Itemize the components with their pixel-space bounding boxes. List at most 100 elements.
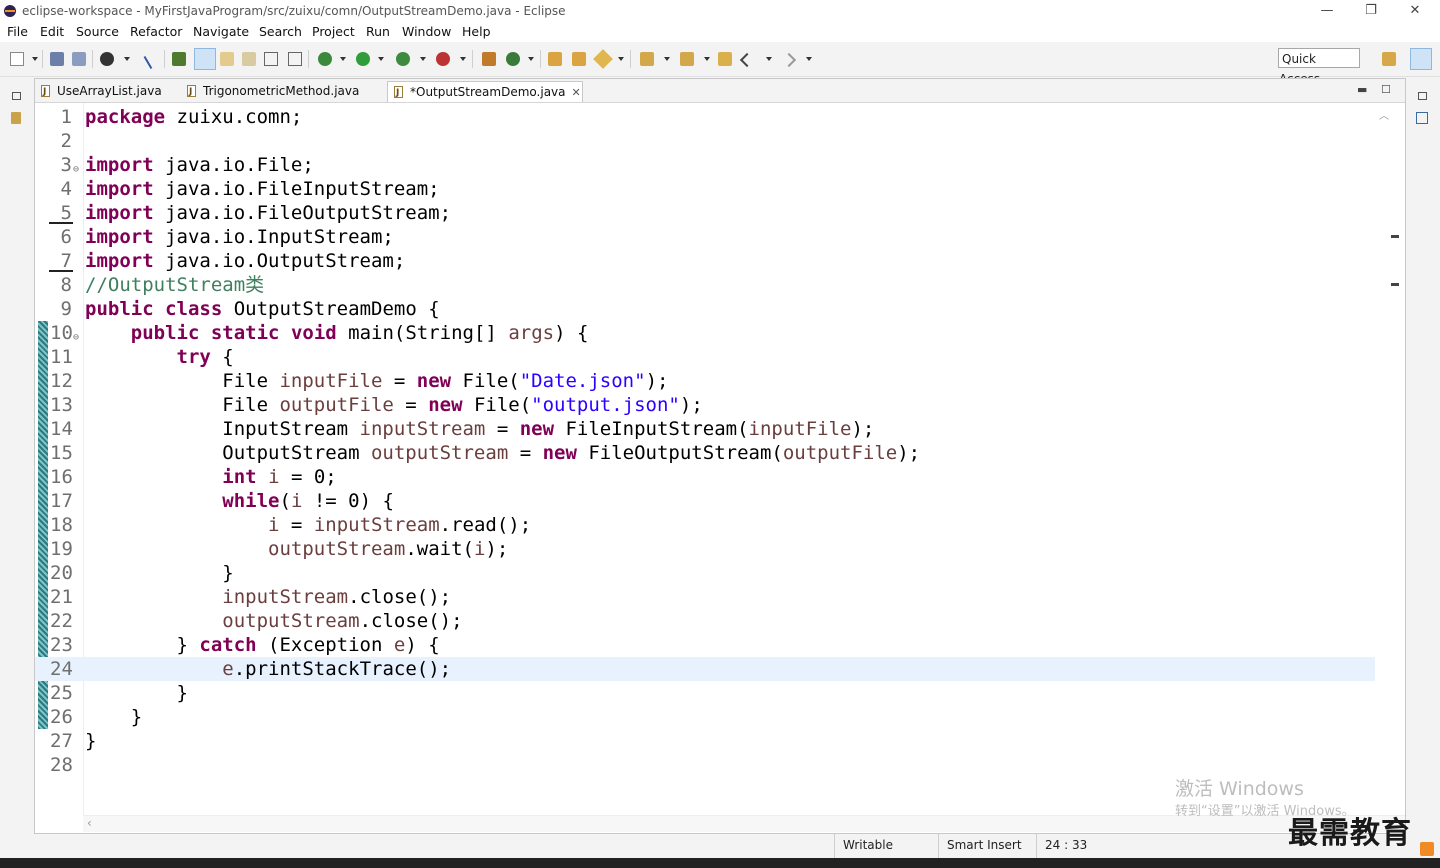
code-text[interactable]: outputStream.wait(i); — [85, 537, 508, 561]
code-text[interactable]: import java.io.FileInputStream; — [85, 177, 440, 201]
code-line[interactable]: 25 } — [35, 681, 1375, 705]
profile-icon[interactable] — [100, 52, 114, 66]
mark-occurrences-toggle-icon[interactable] — [194, 48, 216, 70]
back-dropdown-icon[interactable] — [766, 57, 772, 61]
code-line[interactable]: 6 import java.io.InputStream; — [35, 225, 1375, 249]
scroll-up-icon[interactable]: ︿ — [1379, 107, 1389, 122]
next-edit-icon[interactable] — [640, 52, 654, 66]
open-type-icon[interactable] — [172, 52, 186, 66]
previous-annotation-icon[interactable] — [242, 52, 256, 66]
code-text[interactable]: import java.io.FileOutputStream; — [85, 201, 451, 225]
menu-window[interactable]: Window — [402, 24, 451, 39]
minimize-editor-button[interactable]: ▬ — [1357, 83, 1367, 96]
external-tools-dropdown-icon[interactable] — [460, 57, 466, 61]
code-text[interactable]: import java.io.InputStream; — [85, 225, 394, 249]
forward-icon[interactable] — [781, 52, 797, 68]
code-line[interactable]: 18 i = inputStream.read(); — [35, 513, 1375, 537]
code-text[interactable]: package zuixu.comn; — [85, 105, 302, 129]
code-line[interactable]: 27} — [35, 729, 1375, 753]
tab-uselist[interactable]: UseArrayList.java — [35, 81, 181, 103]
code-line[interactable]: 13 File outputFile = new File("output.js… — [35, 393, 1375, 417]
code-line[interactable]: 11 try { — [35, 345, 1375, 369]
new-class-dropdown-icon[interactable] — [528, 57, 534, 61]
external-tools-icon[interactable] — [436, 52, 450, 66]
previous-edit-icon[interactable] — [680, 52, 694, 66]
code-line[interactable]: 19 outputStream.wait(i); — [35, 537, 1375, 561]
open-task-icon[interactable] — [548, 52, 562, 66]
code-text[interactable]: OutputStream outputStream = new FileOutp… — [85, 441, 920, 465]
code-line[interactable]: 14 InputStream inputStream = new FileInp… — [35, 417, 1375, 441]
close-window-button[interactable]: ✕ — [1400, 2, 1430, 20]
new-dropdown-icon[interactable] — [32, 57, 38, 61]
menu-refactor[interactable]: Refactor — [130, 24, 182, 39]
restore-view-icon[interactable] — [12, 92, 21, 100]
run-dropdown-icon[interactable] — [378, 57, 384, 61]
code-line[interactable]: 12 File inputFile = new File("Date.json"… — [35, 369, 1375, 393]
menu-file[interactable]: File — [7, 24, 28, 39]
code-line[interactable]: 3 ⊖ import java.io.File; — [35, 153, 1375, 177]
insert-mode-status[interactable]: Smart Insert — [938, 834, 1036, 858]
code-text[interactable]: } — [85, 681, 188, 705]
outline-view-icon[interactable] — [1416, 112, 1428, 124]
code-text[interactable]: int i = 0; — [85, 465, 336, 489]
tab-outputstreamdemo[interactable]: *OutputStreamDemo.java ✕ — [387, 81, 583, 104]
code-line[interactable]: 2 — [35, 129, 1375, 153]
code-text[interactable]: File outputFile = new File("output.json"… — [85, 393, 703, 417]
code-line[interactable]: 23 } catch (Exception e) { — [35, 633, 1375, 657]
last-edit-location-icon[interactable] — [718, 52, 732, 66]
search-icon[interactable] — [593, 49, 613, 69]
code-text[interactable]: i = inputStream.read(); — [85, 513, 531, 537]
debug-dropdown-icon[interactable] — [340, 57, 346, 61]
code-text[interactable]: import java.io.File; — [85, 153, 314, 177]
code-text[interactable]: public static void main(String[] args) { — [85, 321, 589, 345]
next-edit-dropdown-icon[interactable] — [664, 57, 670, 61]
back-icon[interactable] — [739, 52, 755, 68]
menu-project[interactable]: Project — [312, 24, 355, 39]
code-text[interactable]: InputStream inputStream = new FileInputS… — [85, 417, 874, 441]
new-java-class-icon[interactable] — [506, 52, 520, 66]
code-line[interactable]: 4 import java.io.FileInputStream; — [35, 177, 1375, 201]
code-line[interactable]: 26 } — [35, 705, 1375, 729]
tab-trigonometric[interactable]: TrigonometricMethod.java — [181, 81, 387, 103]
package-explorer-icon[interactable] — [11, 112, 21, 124]
code-line[interactable]: 16 int i = 0; — [35, 465, 1375, 489]
open-folder-icon[interactable] — [572, 52, 586, 66]
show-whitespace-icon[interactable] — [288, 52, 302, 66]
code-text[interactable]: inputStream.close(); — [85, 585, 451, 609]
profile-dropdown-icon[interactable] — [124, 57, 130, 61]
save-icon[interactable] — [50, 52, 64, 66]
scroll-left-icon[interactable]: ‹ — [87, 816, 92, 830]
code-text[interactable]: //OutputStream类 — [85, 273, 264, 297]
new-icon[interactable] — [10, 52, 24, 66]
code-line[interactable]: 20 } — [35, 561, 1375, 585]
code-line[interactable]: 28 — [35, 753, 1375, 777]
run-icon[interactable] — [356, 52, 370, 66]
close-tab-icon[interactable]: ✕ — [572, 86, 581, 99]
restore-button[interactable]: ❐ — [1356, 2, 1386, 20]
forward-dropdown-icon[interactable] — [806, 57, 812, 61]
debug-icon[interactable] — [318, 52, 332, 66]
code-text[interactable]: } catch (Exception e) { — [85, 633, 440, 657]
code-line[interactable]: 15 OutputStream outputStream = new FileO… — [35, 441, 1375, 465]
java-perspective-icon[interactable] — [1410, 48, 1432, 70]
code-text[interactable]: try { — [85, 345, 234, 369]
block-selection-icon[interactable] — [264, 52, 278, 66]
code-text[interactable]: public class OutputStreamDemo { — [85, 297, 440, 321]
open-perspective-icon[interactable] — [1382, 52, 1396, 66]
menu-edit[interactable]: Edit — [40, 24, 64, 39]
overview-ruler-marker[interactable] — [1391, 235, 1399, 238]
quick-access-input[interactable]: Quick Access — [1278, 48, 1360, 86]
vertical-scrollbar[interactable] — [1374, 103, 1404, 815]
code-text[interactable]: outputStream.close(); — [85, 609, 462, 633]
menu-navigate[interactable]: Navigate — [193, 24, 249, 39]
minimize-button[interactable]: — — [1312, 2, 1342, 20]
search-dropdown-icon[interactable] — [618, 57, 624, 61]
code-text[interactable]: } — [85, 561, 233, 585]
code-line[interactable]: 21 inputStream.close(); — [35, 585, 1375, 609]
menu-source[interactable]: Source — [76, 24, 119, 39]
code-text[interactable]: e.printStackTrace(); — [85, 657, 451, 681]
save-all-icon[interactable] — [72, 52, 86, 66]
next-annotation-icon[interactable] — [220, 52, 234, 66]
code-line[interactable]: 9 public class OutputStreamDemo { — [35, 297, 1375, 321]
previous-edit-dropdown-icon[interactable] — [704, 57, 710, 61]
